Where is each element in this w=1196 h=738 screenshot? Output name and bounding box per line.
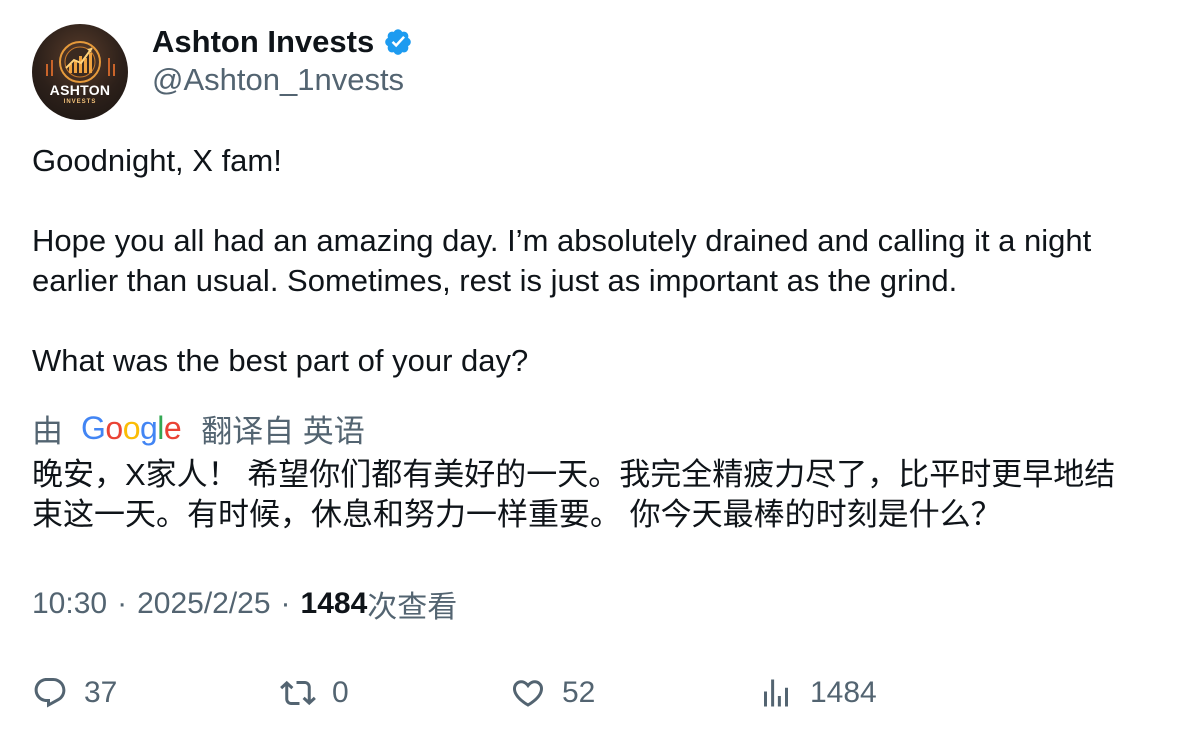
translated-from-label[interactable]: 翻译自 英语 — [201, 406, 365, 451]
tweet-time[interactable]: 10:30 — [32, 587, 107, 621]
translated-line: 晚安，X家人！ 希望你们都有美好的一天。我完全精疲力尽了，比平时更早地结 — [32, 457, 1116, 492]
like-count: 52 — [562, 676, 596, 709]
avatar-label: ASHTON — [49, 82, 111, 98]
avatar-logo-icon — [46, 41, 115, 83]
tweet-line: What was the best part of your day? — [32, 343, 529, 378]
translated-line: 束这一天。有时候，休息和努力一样重要。 你今天最棒的时刻是什么？ — [32, 497, 1002, 532]
analytics-icon — [764, 679, 788, 707]
avatar-sublabel: INVESTS — [63, 99, 97, 105]
reply-icon — [34, 678, 66, 708]
reply-button[interactable]: 37 — [32, 668, 117, 718]
tweet-line: earlier than usual. Sometimes, rest is j… — [32, 263, 958, 298]
meta-separator: · — [280, 587, 291, 620]
author-name-row: Ashton Invests — [152, 22, 413, 62]
google-logo[interactable]: Google — [81, 410, 182, 447]
tweet-date[interactable]: 2025/2/25 — [137, 587, 270, 621]
avatar[interactable]: ASHTON INVESTS — [32, 24, 128, 120]
tweet-text: Goodnight, X fam! Hope you all had an am… — [32, 141, 1172, 381]
views-count: 1484 — [300, 587, 368, 620]
translation-attribution: 由 Google 翻译自 英语 — [32, 407, 365, 449]
translated-by-label: 由 — [32, 413, 63, 449]
repost-icon — [280, 680, 316, 706]
views-action-count: 1484 — [810, 676, 877, 709]
action-bar: 37 0 52 1484 — [0, 668, 1196, 718]
repost-button[interactable]: 0 — [280, 668, 349, 718]
translated-text: 晚安，X家人！ 希望你们都有美好的一天。我完全精疲力尽了，比平时更早地结 束这一… — [32, 455, 1172, 535]
like-button[interactable]: 52 — [510, 668, 595, 718]
views-button[interactable]: 1484 — [758, 668, 877, 718]
author-display-name[interactable]: Ashton Invests — [152, 24, 374, 60]
repost-count: 0 — [332, 676, 349, 709]
tweet-line: Goodnight, X fam! — [32, 143, 282, 178]
views-label: 次查看 — [367, 591, 458, 624]
verified-badge-icon[interactable] — [383, 27, 413, 57]
reply-count: 37 — [84, 676, 118, 709]
author-handle[interactable]: @Ashton_1nvests — [152, 62, 404, 98]
tweet-line: Hope you all had an amazing day. I’m abs… — [32, 223, 1092, 258]
tweet-meta: 10:30 · 2025/2/25 · 1484 次查看 — [32, 583, 457, 625]
meta-separator: · — [117, 587, 128, 620]
heart-icon — [512, 680, 544, 707]
